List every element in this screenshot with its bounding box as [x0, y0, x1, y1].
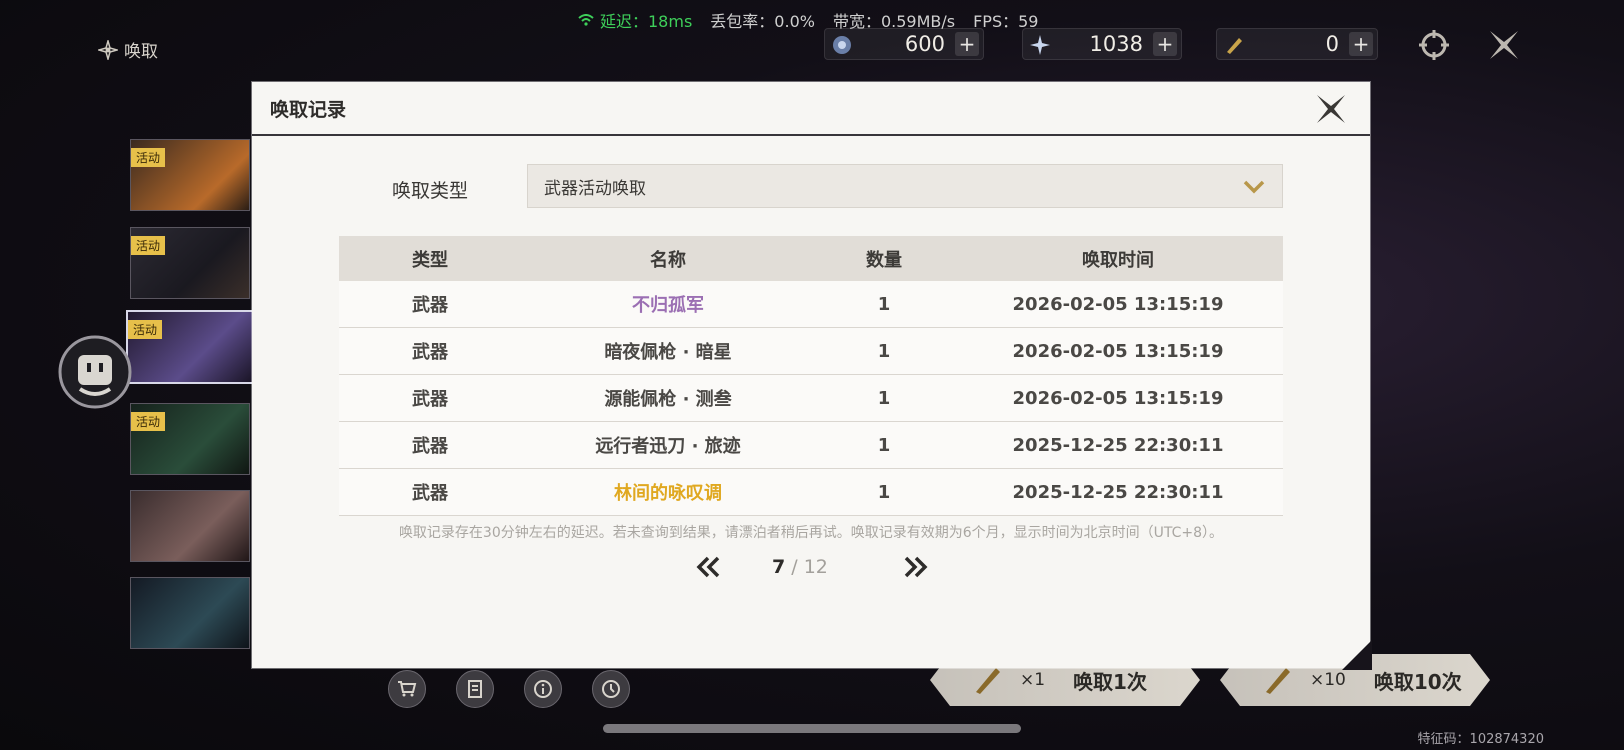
column-header-type: 类型 — [339, 236, 521, 281]
event-tag: 活动 — [131, 412, 166, 431]
packet-loss-text: 丢包率：0.0% — [710, 12, 815, 31]
row-time: 2025-12-25 22:30:11 — [953, 421, 1283, 469]
forging-tide-icon — [976, 668, 1000, 694]
close-icon[interactable] — [1486, 28, 1522, 62]
banner-thumb[interactable]: 活动 — [130, 403, 250, 475]
page-label: 唤取 — [98, 37, 158, 62]
row-qty: 1 — [815, 421, 953, 469]
add-astrite-button[interactable]: + — [1153, 32, 1177, 56]
details-icon[interactable] — [456, 670, 494, 708]
row-type: 武器 — [339, 327, 521, 375]
row-type: 武器 — [339, 281, 521, 328]
row-name: 不归孤军 — [521, 281, 815, 328]
row-qty: 1 — [815, 281, 953, 328]
banner-thumb[interactable] — [130, 577, 250, 649]
history-icon[interactable] — [592, 670, 630, 708]
column-header-time: 唤取时间 — [953, 236, 1283, 281]
page-label-text: 唤取 — [124, 42, 158, 62]
row-time: 2025-12-25 22:30:11 — [953, 468, 1283, 516]
currency-amount: 1038 — [1089, 32, 1143, 56]
banner-thumb[interactable] — [130, 490, 250, 562]
summon-once-label: 唤取1次 — [1073, 669, 1147, 694]
convene-history-dialog: 唤取记录 唤取类型 武器活动唤取 类型 名称 数量 唤取时间 武器 不归孤军 1… — [252, 82, 1372, 670]
row-type: 武器 — [339, 374, 521, 422]
column-header-name: 名称 — [521, 236, 815, 281]
shop-icon[interactable] — [388, 670, 426, 708]
row-name: 远行者迅刀 · 旅迹 — [521, 421, 815, 469]
dialog-header: 唤取记录 — [252, 82, 1370, 136]
convene-type-value: 武器活动唤取 — [544, 178, 646, 199]
banner-thumb-selected[interactable]: 活动 — [126, 310, 254, 384]
convene-type-label: 唤取类型 — [392, 180, 469, 202]
current-page: 7 — [772, 556, 786, 578]
home-indicator[interactable] — [603, 724, 1021, 733]
event-tag: 活动 — [131, 236, 166, 255]
summon-ten-cost: ×10 — [1310, 670, 1346, 690]
settings-icon[interactable] — [1416, 28, 1452, 62]
row-type: 武器 — [339, 468, 521, 516]
row-name: 源能佩枪 · 测叁 — [521, 374, 815, 422]
summon-once-cost: ×1 — [1020, 670, 1046, 690]
dialog-close-icon[interactable] — [1314, 92, 1348, 126]
row-type: 武器 — [339, 421, 521, 469]
convene-type-row: 唤取类型 武器活动唤取 — [252, 164, 1370, 210]
latency-indicator: 延迟：18ms — [578, 8, 692, 32]
convene-record-table: 类型 名称 数量 唤取时间 武器 不归孤军 1 2026-02-05 13:15… — [339, 236, 1283, 516]
row-name: 暗夜佩枪 · 暗星 — [521, 327, 815, 375]
row-time: 2026-02-05 13:15:19 — [953, 281, 1283, 328]
row-time: 2026-02-05 13:15:19 — [953, 327, 1283, 375]
table-row: 武器 暗夜佩枪 · 暗星 1 2026-02-05 13:15:19 — [339, 327, 1283, 375]
dialog-title: 唤取记录 — [270, 98, 347, 121]
row-qty: 1 — [815, 374, 953, 422]
delay-notice: 唤取记录存在30分钟左右的延迟。若未查询到结果，请漂泊者稍后再试。唤取记录有效期… — [398, 525, 1224, 541]
row-name: 林间的咏叹调 — [521, 468, 815, 516]
chevrons-left-icon[interactable] — [694, 554, 722, 580]
wifi-icon — [578, 14, 594, 26]
add-lunite-button[interactable]: + — [955, 32, 979, 56]
table-row: 武器 源能佩枪 · 测叁 1 2026-02-05 13:15:19 — [339, 374, 1283, 422]
add-forging-tide-button[interactable]: + — [1349, 32, 1373, 56]
summon-ten-label: 唤取10次 — [1373, 669, 1462, 694]
row-time: 2026-02-05 13:15:19 — [953, 374, 1283, 422]
event-tag: 活动 — [128, 320, 163, 339]
astrite-icon — [1030, 35, 1050, 55]
assistant-bot-icon[interactable] — [58, 335, 132, 409]
chevrons-right-icon[interactable] — [902, 554, 930, 580]
bottom-toolbar — [388, 670, 630, 708]
currency-lunite: 600 + — [824, 28, 984, 60]
feature-code: 特征码：102874320 — [1417, 732, 1544, 747]
event-tag: 活动 — [131, 148, 166, 167]
row-qty: 1 — [815, 327, 953, 375]
column-header-qty: 数量 — [815, 236, 953, 281]
latency-text: 延迟：18ms — [600, 12, 693, 31]
dialog-corner-decoration — [1342, 640, 1372, 670]
currency-amount: 0 — [1325, 32, 1339, 56]
lunite-icon — [833, 36, 851, 54]
table-row: 武器 林间的咏叹调 1 2025-12-25 22:30:11 — [339, 468, 1283, 516]
currency-astrite: 1038 + — [1022, 28, 1182, 60]
table-row: 武器 不归孤军 1 2026-02-05 13:15:19 — [339, 281, 1283, 328]
chevron-down-icon — [1243, 180, 1265, 194]
row-qty: 1 — [815, 468, 953, 516]
convene-type-select[interactable]: 武器活动唤取 — [527, 164, 1283, 208]
info-icon[interactable] — [524, 670, 562, 708]
table-row: 武器 远行者迅刀 · 旅迹 1 2025-12-25 22:30:11 — [339, 421, 1283, 469]
forging-tide-icon — [1266, 668, 1290, 694]
banner-thumb[interactable]: 活动 — [130, 227, 250, 299]
currency-amount: 600 — [904, 32, 945, 56]
page-indicator: 7 / 12 — [772, 556, 828, 578]
total-pages: 12 — [803, 556, 828, 578]
currency-forging-tide: 0 + — [1216, 28, 1378, 60]
convene-icon — [98, 39, 118, 60]
page-separator: / — [785, 556, 804, 578]
table-header-row: 类型 名称 数量 唤取时间 — [339, 236, 1283, 281]
banner-thumb[interactable]: 活动 — [130, 139, 250, 211]
pagination: 7 / 12 — [252, 552, 1370, 584]
forging-tide-icon — [1227, 38, 1242, 54]
